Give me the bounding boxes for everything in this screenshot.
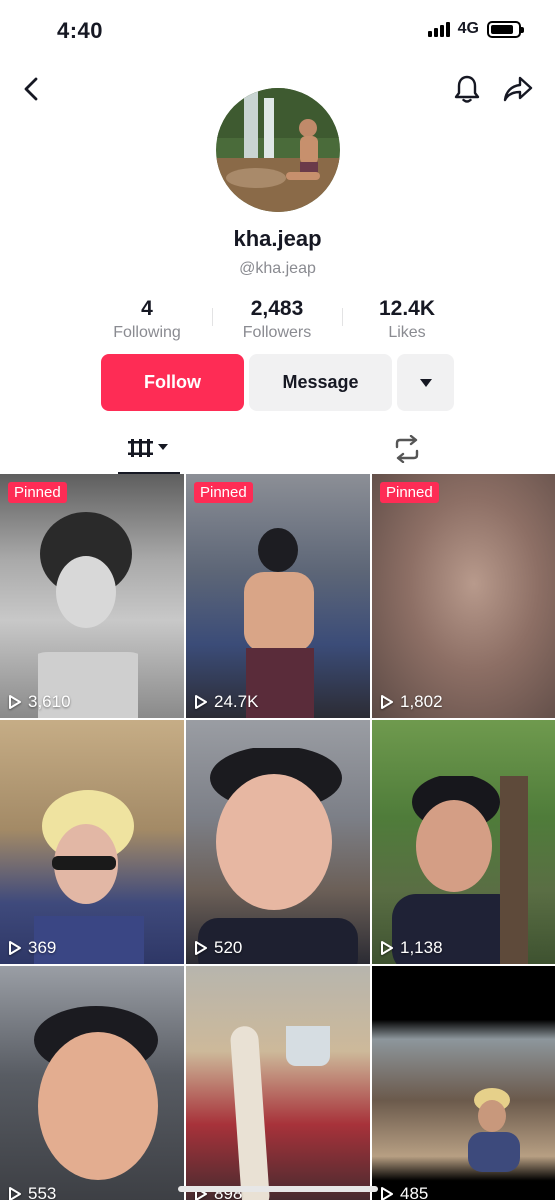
stat-following[interactable]: 4 Following: [82, 296, 212, 344]
stat-value: 4: [141, 297, 153, 320]
play-outline-icon: [381, 695, 393, 709]
tab-videos[interactable]: [118, 424, 180, 474]
avatar-image: [216, 88, 340, 212]
video-thumbnail[interactable]: 1,138: [372, 720, 555, 964]
view-count: 369: [8, 938, 56, 958]
notifications-button[interactable]: [451, 72, 483, 106]
caret-down-icon: [419, 378, 432, 387]
thumbnail-figure: [230, 1026, 330, 1200]
profile-tabs: [0, 424, 555, 474]
view-count: 1,802: [380, 692, 443, 712]
status-time: 4:40: [57, 18, 104, 43]
stat-value: 12.4K: [378, 297, 436, 320]
video-thumbnail[interactable]: 369: [0, 720, 184, 964]
chevron-left-icon: [24, 77, 38, 101]
view-count-text: 369: [28, 938, 57, 957]
profile-stats: 4 Following 2,483 Followers 12.4K Likes: [82, 296, 472, 344]
view-count: 520: [194, 938, 242, 958]
home-indicator[interactable]: [178, 1186, 378, 1192]
profile-handle: @kha.jeap: [239, 260, 316, 277]
battery-fill: [491, 24, 514, 34]
stat-value: 2,483: [250, 297, 304, 320]
thumbnail-figure: [38, 512, 138, 718]
video-thumbnail[interactable]: 485: [372, 966, 555, 1200]
stat-followers[interactable]: 2,483 Followers: [212, 296, 342, 344]
play-outline-icon: [195, 695, 207, 709]
thumbnail-image: [372, 474, 555, 718]
pinned-badge: Pinned: [380, 482, 439, 503]
battery-icon: [487, 20, 524, 38]
video-thumbnail[interactable]: Pinned 1,802: [372, 474, 555, 718]
back-button[interactable]: [16, 74, 46, 104]
view-count-text: 3,610: [28, 692, 71, 711]
share-arrow-icon: [503, 76, 533, 102]
view-count-text: 520: [214, 938, 243, 957]
thumbnail-figure: [34, 1006, 158, 1180]
message-button[interactable]: Message: [249, 354, 392, 411]
stat-label: Following: [113, 324, 181, 341]
view-count: 553: [8, 1184, 56, 1200]
repost-icon: [395, 435, 419, 463]
stat-label: Followers: [242, 324, 312, 341]
view-count-text: 553: [28, 1184, 57, 1200]
view-count-text: 24.7K: [214, 692, 259, 711]
thumbnail-figure: [468, 1088, 520, 1172]
video-thumbnail[interactable]: 898: [186, 966, 370, 1200]
video-thumbnail[interactable]: 553: [0, 966, 184, 1200]
signal-icon: [427, 21, 450, 37]
thumbnail-figure: [392, 776, 528, 964]
view-count-text: 1,138: [400, 938, 443, 957]
more-options-button[interactable]: [397, 354, 454, 411]
play-outline-icon: [381, 941, 393, 955]
play-outline-icon: [381, 1187, 393, 1200]
view-count-text: 485: [400, 1184, 429, 1200]
video-thumbnail[interactable]: 520: [186, 720, 370, 964]
avatar[interactable]: [216, 88, 340, 212]
thumbnail-figure: [198, 748, 358, 964]
stat-label: Likes: [388, 324, 426, 341]
network-type: 4G: [457, 20, 479, 37]
bell-icon: [454, 75, 480, 103]
status-indicators: 4G: [427, 20, 524, 38]
video-thumbnail[interactable]: Pinned 24.7K: [186, 474, 370, 718]
play-outline-icon: [9, 1187, 21, 1200]
pinned-badge: Pinned: [194, 482, 253, 503]
pinned-badge: Pinned: [8, 482, 67, 503]
video-thumbnail[interactable]: Pinned 3,610: [0, 474, 184, 718]
play-outline-icon: [195, 941, 207, 955]
stat-likes[interactable]: 12.4K Likes: [342, 296, 472, 344]
view-count-text: 1,802: [400, 692, 443, 711]
view-count: 24.7K: [194, 692, 258, 712]
view-count: 1,138: [380, 938, 443, 958]
status-bar: 4:40 4G: [0, 0, 555, 62]
view-count: 485: [380, 1184, 428, 1200]
play-outline-icon: [9, 941, 21, 955]
profile-name: kha.jeap: [233, 226, 322, 251]
play-outline-icon: [9, 695, 21, 709]
tab-reposts[interactable]: [376, 424, 438, 474]
grid-videos-icon: [128, 439, 168, 457]
share-button[interactable]: [501, 72, 535, 106]
thumbnail-figure: [244, 528, 314, 718]
view-count: 3,610: [8, 692, 71, 712]
video-grid: Pinned 3,610 Pinned 24.7K Pinned 1,802 3…: [0, 474, 555, 1200]
follow-button[interactable]: Follow: [101, 354, 244, 411]
